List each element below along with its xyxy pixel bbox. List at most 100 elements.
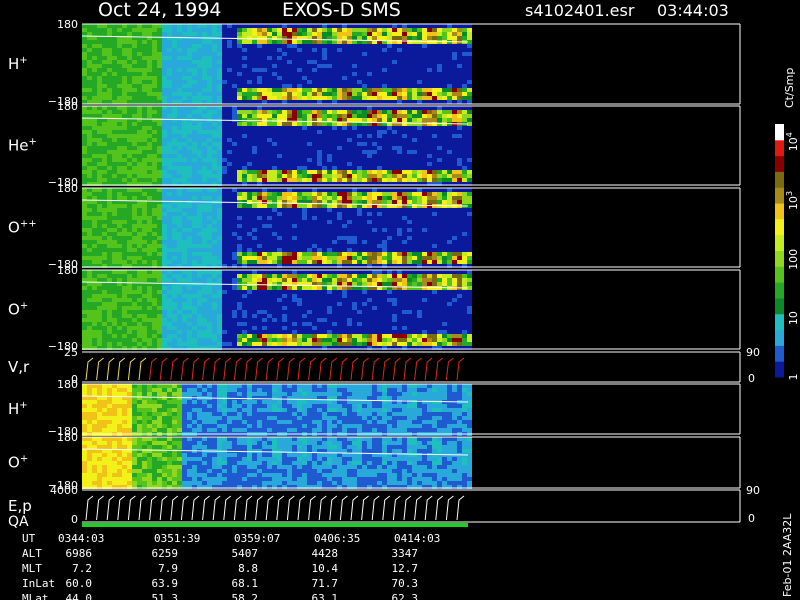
heatmap-cell (117, 142, 122, 146)
heatmap-cell (372, 212, 377, 216)
heatmap-cell (422, 134, 427, 138)
heatmap-cell (87, 130, 92, 134)
heatmap-cell (252, 154, 257, 158)
heatmap-cell (92, 126, 97, 130)
heatmap-cell (447, 110, 452, 114)
heatmap-cell (117, 318, 122, 322)
heatmap-cell (162, 114, 167, 118)
heatmap-cell (92, 224, 97, 228)
heatmap-cell (422, 80, 427, 84)
heatmap-cell (167, 158, 172, 162)
heatmap-cell (357, 196, 362, 200)
heatmap-cell (382, 92, 387, 96)
heatmap-cell (162, 192, 167, 196)
heatmap-cell (442, 256, 447, 260)
heatmap-cell (147, 72, 152, 76)
heatmap-cell (92, 326, 97, 330)
heatmap-cell (132, 334, 137, 338)
heatmap-cell (467, 56, 472, 60)
heatmap-cell (192, 240, 197, 244)
heatmap-cell (212, 64, 217, 68)
heatmap-cell (402, 188, 407, 192)
heatmap-cell (82, 52, 87, 56)
heatmap-cell (237, 48, 242, 52)
heatmap-cell (182, 170, 187, 174)
heatmap-cell (217, 170, 222, 174)
heatmap-cell (317, 48, 322, 52)
heatmap-cell (437, 174, 442, 178)
heatmap-cell (287, 48, 292, 52)
heatmap-cell (172, 146, 177, 150)
heatmap-cell (172, 36, 177, 40)
heatmap-cell (397, 28, 402, 32)
heatmap-cell (182, 248, 187, 252)
heatmap-cell (162, 88, 167, 92)
heatmap-cell (262, 228, 267, 232)
heatmap-cell (352, 256, 357, 260)
heatmap-cell (167, 192, 172, 196)
heatmap-cell (317, 220, 322, 224)
heatmap-cell (222, 244, 227, 248)
heatmap-cell (402, 150, 407, 154)
heatmap-cell (142, 290, 147, 294)
heatmap-cell (107, 68, 112, 72)
heatmap-cell (292, 68, 297, 72)
heatmap-cell (427, 60, 432, 64)
heatmap-cell (107, 220, 112, 224)
heatmap-cell (407, 88, 412, 92)
panel-label: H+ (8, 55, 28, 73)
heatmap-cell (422, 244, 427, 248)
heatmap-cell (117, 236, 122, 240)
heatmap-cell (362, 228, 367, 232)
heatmap-cell (437, 100, 442, 104)
heatmap-cell (452, 84, 457, 88)
heatmap-cell (127, 342, 132, 346)
heatmap-cell (392, 162, 397, 166)
heatmap-cell (352, 48, 357, 52)
heatmap-cell (457, 114, 462, 118)
heatmap-cell (322, 100, 327, 104)
heatmap-cell (257, 24, 262, 28)
heatmap-cell (442, 96, 447, 100)
heatmap-cell (287, 196, 292, 200)
heatmap-cell (137, 64, 142, 68)
heatmap-cell (152, 88, 157, 92)
heatmap-cell (157, 178, 162, 182)
heatmap-cell (117, 138, 122, 142)
heatmap-cell (372, 154, 377, 158)
heatmap-cell (432, 110, 437, 114)
heatmap-cell (197, 146, 202, 150)
heatmap-cell (197, 174, 202, 178)
heatmap-cell (157, 138, 162, 142)
heatmap-cell (112, 216, 117, 220)
heatmap-cell (152, 146, 157, 150)
heatmap-cell (82, 306, 87, 310)
heatmap-cell (347, 220, 352, 224)
heatmap-cell (227, 216, 232, 220)
heatmap-cell (372, 158, 377, 162)
heatmap-cell (242, 170, 247, 174)
heatmap-cell (242, 256, 247, 260)
heatmap-cell (267, 158, 272, 162)
heatmap-cell (122, 278, 127, 282)
heatmap-cell (292, 178, 297, 182)
heatmap-cell (192, 92, 197, 96)
heatmap-cell (332, 260, 337, 264)
heatmap-cell (282, 88, 287, 92)
heatmap-cell (82, 244, 87, 248)
heatmap-cell (412, 80, 417, 84)
heatmap-cell (212, 252, 217, 256)
heatmap-cell (297, 204, 302, 208)
heatmap-cell (227, 126, 232, 130)
heatmap-cell (397, 228, 402, 232)
heatmap-cell (247, 208, 252, 212)
heatmap-cell (372, 228, 377, 232)
heatmap-cell (122, 146, 127, 150)
heatmap-cell (252, 248, 257, 252)
heatmap-cell (182, 130, 187, 134)
heatmap-cell (292, 134, 297, 138)
heatmap-cell (202, 232, 207, 236)
heatmap-cell (247, 200, 252, 204)
heatmap-cell (397, 146, 402, 150)
heatmap-cell (252, 228, 257, 232)
